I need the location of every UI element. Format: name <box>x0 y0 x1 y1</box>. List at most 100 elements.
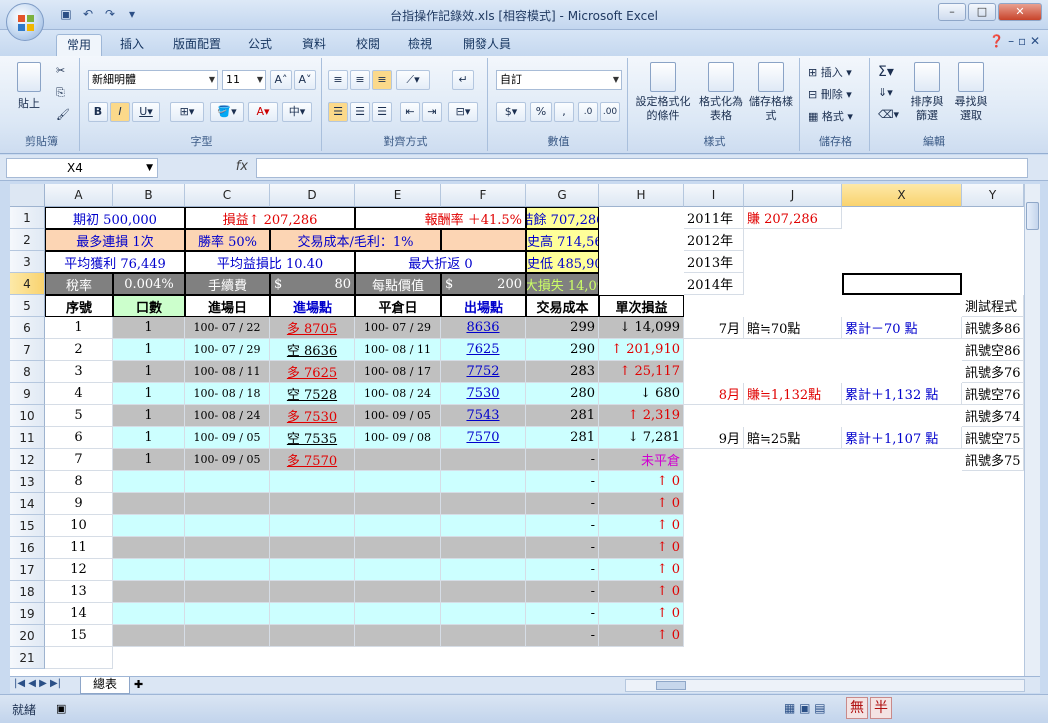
trade-cost[interactable]: - <box>526 559 599 581</box>
exit-date[interactable]: 100- 09 / 05 <box>355 405 441 427</box>
exit-point[interactable] <box>441 449 526 471</box>
trade-cost[interactable]: 280 <box>526 383 599 405</box>
font-color-button[interactable]: A▾ <box>248 102 278 122</box>
trade-number[interactable]: 3 <box>45 361 113 383</box>
trade-pnl[interactable]: ↓ 7,281 <box>599 427 684 449</box>
wrap-text-button[interactable]: ↵ <box>452 70 474 90</box>
trade-pnl[interactable]: ↑ 0 <box>599 581 684 603</box>
average-profit[interactable]: 平均獲利 76,449 <box>45 251 185 273</box>
underline-button[interactable]: U▾ <box>132 102 160 122</box>
trade-pnl[interactable]: ↑ 0 <box>599 559 684 581</box>
row-header[interactable]: 17 <box>10 559 45 581</box>
bold-button[interactable]: B <box>88 102 108 122</box>
orientation-button[interactable]: ⟋▾ <box>396 70 430 90</box>
trade-pnl[interactable]: ↑ 0 <box>599 603 684 625</box>
historical-high[interactable]: 歷史高 714,567 <box>526 229 599 251</box>
view-buttons-icon[interactable]: ▦ ▣ ▤ <box>784 701 826 715</box>
table-header[interactable]: 序號 <box>45 295 113 317</box>
format-painter-icon[interactable]: 🖌 <box>56 108 70 121</box>
help-icon[interactable]: ❓ – ▫ ✕ <box>989 34 1040 48</box>
font-name-select[interactable]: 新細明體 ▼ <box>88 70 218 90</box>
row-header[interactable]: 10 <box>10 405 45 427</box>
entry-point[interactable]: 多 7530 <box>270 405 355 427</box>
cumulative-points[interactable]: 累計－70 點 <box>842 317 962 339</box>
exit-date[interactable] <box>355 537 441 559</box>
trade-quantity[interactable]: 1 <box>113 317 185 339</box>
exit-point[interactable]: 7570 <box>441 427 526 449</box>
entry-point[interactable] <box>270 559 355 581</box>
column-header[interactable]: D <box>270 184 355 207</box>
trade-quantity[interactable] <box>113 493 185 515</box>
trade-cost[interactable]: - <box>526 449 599 471</box>
trade-number[interactable]: 11 <box>45 537 113 559</box>
trade-cost[interactable]: 299 <box>526 317 599 339</box>
worksheet-grid[interactable]: A B C D E F G H I J X Y 1 2 3 4 5 6 7 8 9 10 11 12 13 14 15 16 17 18 1… <box>10 184 1024 676</box>
exit-date[interactable]: 100- 08 / 17 <box>355 361 441 383</box>
row-header[interactable]: 15 <box>10 515 45 537</box>
row-header[interactable]: 21 <box>10 647 45 669</box>
column-header[interactable]: B <box>113 184 185 207</box>
balance[interactable]: 結餘 707,286 <box>526 207 599 229</box>
tab-data[interactable]: 資料 <box>294 34 334 56</box>
historical-low[interactable]: 歷史低 485,901 <box>526 251 599 273</box>
grow-font-button[interactable]: A˄ <box>270 70 292 90</box>
name-box[interactable]: X4 ▼ <box>6 158 158 178</box>
vertical-scrollbar[interactable] <box>1024 184 1040 676</box>
trade-number[interactable]: 12 <box>45 559 113 581</box>
exit-point[interactable]: 7625 <box>441 339 526 361</box>
exit-date[interactable] <box>355 493 441 515</box>
trade-cost[interactable]: 283 <box>526 361 599 383</box>
minimize-button[interactable]: – <box>938 3 966 21</box>
trade-number[interactable]: 7 <box>45 449 113 471</box>
trade-cost[interactable]: 281 <box>526 427 599 449</box>
trade-cost[interactable]: - <box>526 581 599 603</box>
trade-number[interactable]: 2 <box>45 339 113 361</box>
column-header[interactable]: G <box>526 184 599 207</box>
number-format-select[interactable]: 自訂 ▼ <box>496 70 622 90</box>
new-sheet-icon[interactable]: ✚ <box>134 678 143 691</box>
point-value[interactable]: $200 <box>441 273 526 295</box>
exit-point[interactable] <box>441 625 526 647</box>
exit-date[interactable] <box>355 559 441 581</box>
max-loss[interactable]: 最大損失 14,099 <box>526 273 599 295</box>
percent-button[interactable]: % <box>530 102 552 122</box>
office-button[interactable] <box>6 3 44 41</box>
entry-point[interactable] <box>270 581 355 603</box>
trade-pnl[interactable]: ↑ 0 <box>599 471 684 493</box>
entry-date[interactable] <box>185 559 270 581</box>
exit-date[interactable]: 100- 07 / 29 <box>355 317 441 339</box>
entry-date[interactable]: 100- 08 / 18 <box>185 383 270 405</box>
entry-point[interactable] <box>270 515 355 537</box>
exit-point[interactable]: 8636 <box>441 317 526 339</box>
exit-date[interactable] <box>355 515 441 537</box>
formula-input[interactable] <box>256 158 1028 178</box>
year-pnl[interactable]: 賺 207,286 <box>744 207 842 229</box>
row-header[interactable]: 11 <box>10 427 45 449</box>
trade-quantity[interactable] <box>113 581 185 603</box>
entry-point[interactable] <box>270 471 355 493</box>
entry-point[interactable] <box>270 537 355 559</box>
insert-function-icon[interactable]: fx <box>174 158 254 178</box>
return-rate[interactable]: 報酬率 ＋41.5% <box>355 207 526 229</box>
cumulative-points[interactable]: 累計＋1,107 點 <box>842 427 962 449</box>
entry-date[interactable]: 100- 08 / 24 <box>185 405 270 427</box>
merge-center-button[interactable]: ⊟▾ <box>448 102 478 122</box>
trade-quantity[interactable] <box>113 559 185 581</box>
phonetic-button[interactable]: 中▾ <box>282 102 312 122</box>
hscroll-thumb[interactable] <box>656 681 686 690</box>
align-center-button[interactable]: ☰ <box>350 102 370 122</box>
trade-pnl[interactable]: ↑ 0 <box>599 493 684 515</box>
trade-number[interactable]: 10 <box>45 515 113 537</box>
align-bottom-button[interactable]: ≡ <box>372 70 392 90</box>
exit-date[interactable] <box>355 625 441 647</box>
trade-quantity[interactable] <box>113 625 185 647</box>
find-select-button[interactable]: 尋找與選取 <box>950 62 992 123</box>
exit-point[interactable]: 7530 <box>441 383 526 405</box>
month-label[interactable]: 9月 <box>684 427 744 449</box>
tab-review[interactable]: 校閱 <box>348 34 388 56</box>
row-header[interactable]: 5 <box>10 295 45 317</box>
entry-date[interactable]: 100- 08 / 11 <box>185 361 270 383</box>
decrease-decimal-button[interactable]: .00 <box>600 102 620 122</box>
trade-cost[interactable]: - <box>526 471 599 493</box>
column-header[interactable]: H <box>599 184 684 207</box>
